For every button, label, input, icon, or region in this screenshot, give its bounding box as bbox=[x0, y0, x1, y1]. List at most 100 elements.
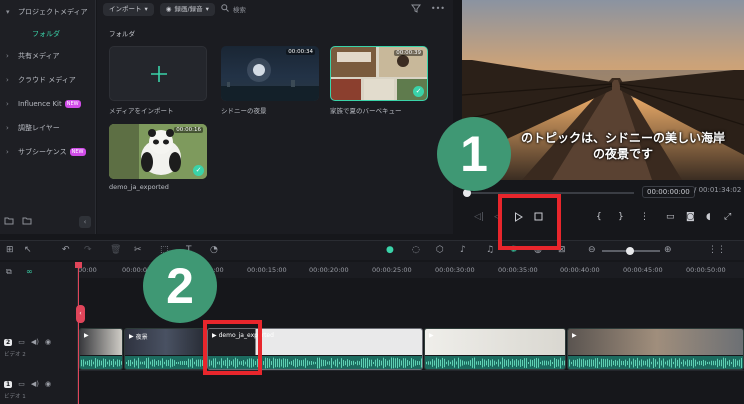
sidebar-item-project-media[interactable]: ▾ プロジェクトメディア bbox=[0, 0, 95, 24]
new-badge: NEW bbox=[69, 148, 86, 156]
grid-icon[interactable]: ⋮⋮ bbox=[708, 245, 726, 255]
cut-icon[interactable]: ✂ bbox=[134, 245, 142, 255]
undo-icon[interactable]: ↶ bbox=[62, 245, 70, 255]
media-item-sydney[interactable]: 00:00:34 シドニーの夜景 bbox=[221, 46, 319, 116]
record-dropdown[interactable]: ◉ 録画/録音 ▾ bbox=[159, 2, 215, 16]
new-badge: NEW bbox=[64, 100, 81, 108]
video-icon: ▶ bbox=[129, 333, 134, 340]
delete-icon[interactable]: 🗑 bbox=[110, 245, 121, 255]
import-dropdown[interactable]: インポート ▾ bbox=[103, 2, 154, 16]
timeline-clip[interactable]: ▶ bbox=[424, 328, 566, 370]
timeline-clip[interactable]: ▶ 夜景 bbox=[124, 328, 206, 370]
media-toolbar-actions: ••• bbox=[410, 4, 453, 15]
mark-out-icon[interactable]: } bbox=[618, 212, 624, 222]
sidebar-item-label: サブシーケンス bbox=[18, 148, 67, 156]
eye-icon[interactable]: ◉ bbox=[45, 380, 51, 388]
zoom-slider[interactable] bbox=[602, 247, 660, 255]
split-icon[interactable]: ⋮ bbox=[640, 212, 649, 222]
playhead-handle[interactable] bbox=[75, 262, 82, 268]
collapse-sidebar-button[interactable]: ‹ bbox=[79, 216, 91, 228]
folder-icon[interactable]: ▭ bbox=[18, 338, 25, 346]
eye-icon[interactable]: ◉ bbox=[45, 338, 51, 346]
timeline-toolbar: ⊞ ↖ ↶ ↷ 🗑 ✂ ⬚ T ◔ ● ◌ ⬡ ♪ ♫ ✺ ◍ ⊠ ⊖ ⊕ ⋮⋮ bbox=[0, 240, 744, 260]
select-tool-icon[interactable]: ↖ bbox=[24, 245, 32, 255]
zoom-in-icon[interactable]: ⊕ bbox=[664, 245, 672, 255]
audio-icon[interactable]: ◖ bbox=[706, 212, 711, 222]
speaker-icon[interactable]: ◀) bbox=[31, 380, 39, 388]
speed-icon[interactable]: ◔ bbox=[210, 245, 218, 255]
sidebar-item-cloud-media[interactable]: › クラウド メディア bbox=[0, 68, 95, 92]
clip-label: ▶ bbox=[429, 332, 436, 339]
chevron-right-icon: › bbox=[6, 52, 9, 60]
media-item-name: 家族で夏のバーベキュー bbox=[330, 107, 402, 115]
video-icon: ▶ bbox=[429, 332, 434, 339]
track-label: ビデオ 1 bbox=[4, 394, 26, 400]
chevron-right-icon: › bbox=[6, 148, 9, 156]
track-1-controls: 1 ▭ ◀) ◉ bbox=[4, 380, 51, 388]
current-time[interactable]: 00:00:00:00 bbox=[642, 186, 695, 198]
sidebar-footer: ‹ bbox=[4, 216, 91, 228]
speaker-icon[interactable]: ◀) bbox=[31, 338, 39, 346]
snapshot-icon[interactable]: ◙ bbox=[686, 212, 695, 222]
sidebar-item-folder[interactable]: フォルダ bbox=[0, 24, 95, 44]
sidebar-item-label: 調整レイヤー bbox=[18, 124, 60, 132]
timeline-clip[interactable]: ▶ bbox=[79, 328, 123, 370]
subtitle-line-1: のトピックは、シドニーの美しい海岸 bbox=[520, 131, 725, 145]
video-icon: ▶ bbox=[572, 332, 577, 339]
media-item-name: シドニーの夜景 bbox=[221, 107, 267, 115]
layout-icon[interactable]: ⊞ bbox=[6, 245, 14, 255]
import-label: インポート bbox=[109, 4, 142, 13]
playhead-grip[interactable]: ‹ bbox=[76, 305, 85, 323]
folder-icon[interactable]: ▭ bbox=[18, 380, 25, 388]
total-time: / 00:01:34:02 bbox=[694, 186, 742, 194]
chevron-right-icon: › bbox=[6, 100, 9, 108]
media-search[interactable]: 検索 bbox=[221, 4, 246, 14]
sidebar-item-subsequence[interactable]: › サブシーケンス NEW bbox=[0, 140, 95, 164]
redo-icon[interactable]: ↷ bbox=[84, 245, 92, 255]
ruler-label: 00:00:50:00 bbox=[686, 266, 726, 274]
sidebar-item-label: Influence Kit bbox=[18, 100, 62, 108]
sidebar-item-shared-media[interactable]: › 共有メディア bbox=[0, 44, 95, 68]
sidebar-item-influence-kit[interactable]: › Influence Kit NEW bbox=[0, 92, 95, 116]
zoom-slider-handle[interactable] bbox=[626, 247, 634, 255]
timeline-clip[interactable]: ▶ bbox=[567, 328, 744, 370]
import-media-card[interactable]: メディアをインポート bbox=[109, 46, 207, 116]
audio-waveform bbox=[80, 356, 122, 369]
ai-icon[interactable]: ● bbox=[386, 245, 394, 255]
playhead[interactable] bbox=[78, 262, 79, 404]
add-track-icon[interactable]: ⧉ bbox=[6, 267, 12, 277]
mark-in-icon[interactable]: { bbox=[596, 212, 602, 222]
sidebar-item-label: クラウド メディア bbox=[18, 76, 76, 84]
check-icon: ✓ bbox=[413, 86, 424, 97]
track-number: 2 bbox=[4, 338, 13, 346]
fullscreen-icon[interactable]: ⤢ bbox=[724, 212, 731, 222]
clip-highlight bbox=[203, 320, 262, 375]
record-label: 録画/録音 bbox=[174, 4, 203, 13]
previous-frame-icon[interactable]: ◁| bbox=[474, 212, 484, 222]
filter-icon[interactable] bbox=[410, 4, 421, 15]
more-icon[interactable]: ••• bbox=[431, 4, 445, 15]
new-folder-icon[interactable] bbox=[4, 216, 14, 228]
audio-waveform bbox=[425, 356, 565, 369]
microphone-icon[interactable]: ♪ bbox=[460, 245, 466, 255]
clip-label: ▶ bbox=[84, 332, 91, 339]
folder-icon[interactable] bbox=[22, 216, 32, 228]
clip-label: ▶ bbox=[572, 332, 579, 339]
thumbnail: 00:00:34 bbox=[221, 46, 319, 101]
link-icon[interactable]: ∞ bbox=[26, 267, 33, 276]
shield-icon[interactable]: ⬡ bbox=[436, 245, 444, 255]
zoom-out-icon[interactable]: ⊖ bbox=[588, 245, 596, 255]
display-icon[interactable]: ▭ bbox=[666, 212, 675, 222]
record-icon: ◉ bbox=[165, 4, 172, 13]
mask-icon[interactable]: ◌ bbox=[412, 245, 420, 255]
sidebar-item-adjustment-layer[interactable]: › 調整レイヤー bbox=[0, 116, 95, 140]
play-stop-highlight bbox=[498, 194, 561, 250]
media-sidebar: ▾ プロジェクトメディア フォルダ › 共有メディア › クラウド メディア ›… bbox=[0, 0, 96, 234]
media-item-demo[interactable]: 00:00:16 ✓ demo_ja_exported bbox=[109, 124, 207, 194]
thumbnail: 00:00:39 ✓ bbox=[330, 46, 428, 101]
music-icon[interactable]: ♫ bbox=[486, 245, 494, 255]
search-input[interactable]: 検索 bbox=[233, 4, 246, 14]
media-item-bbq[interactable]: 00:00:39 ✓ 家族で夏のバーベキュー bbox=[330, 46, 428, 116]
media-item-name: demo_ja_exported bbox=[109, 183, 169, 191]
media-panel: インポート ▾ ◉ 録画/録音 ▾ 検索 ••• フォルダ メディアをインポート… bbox=[97, 0, 453, 234]
